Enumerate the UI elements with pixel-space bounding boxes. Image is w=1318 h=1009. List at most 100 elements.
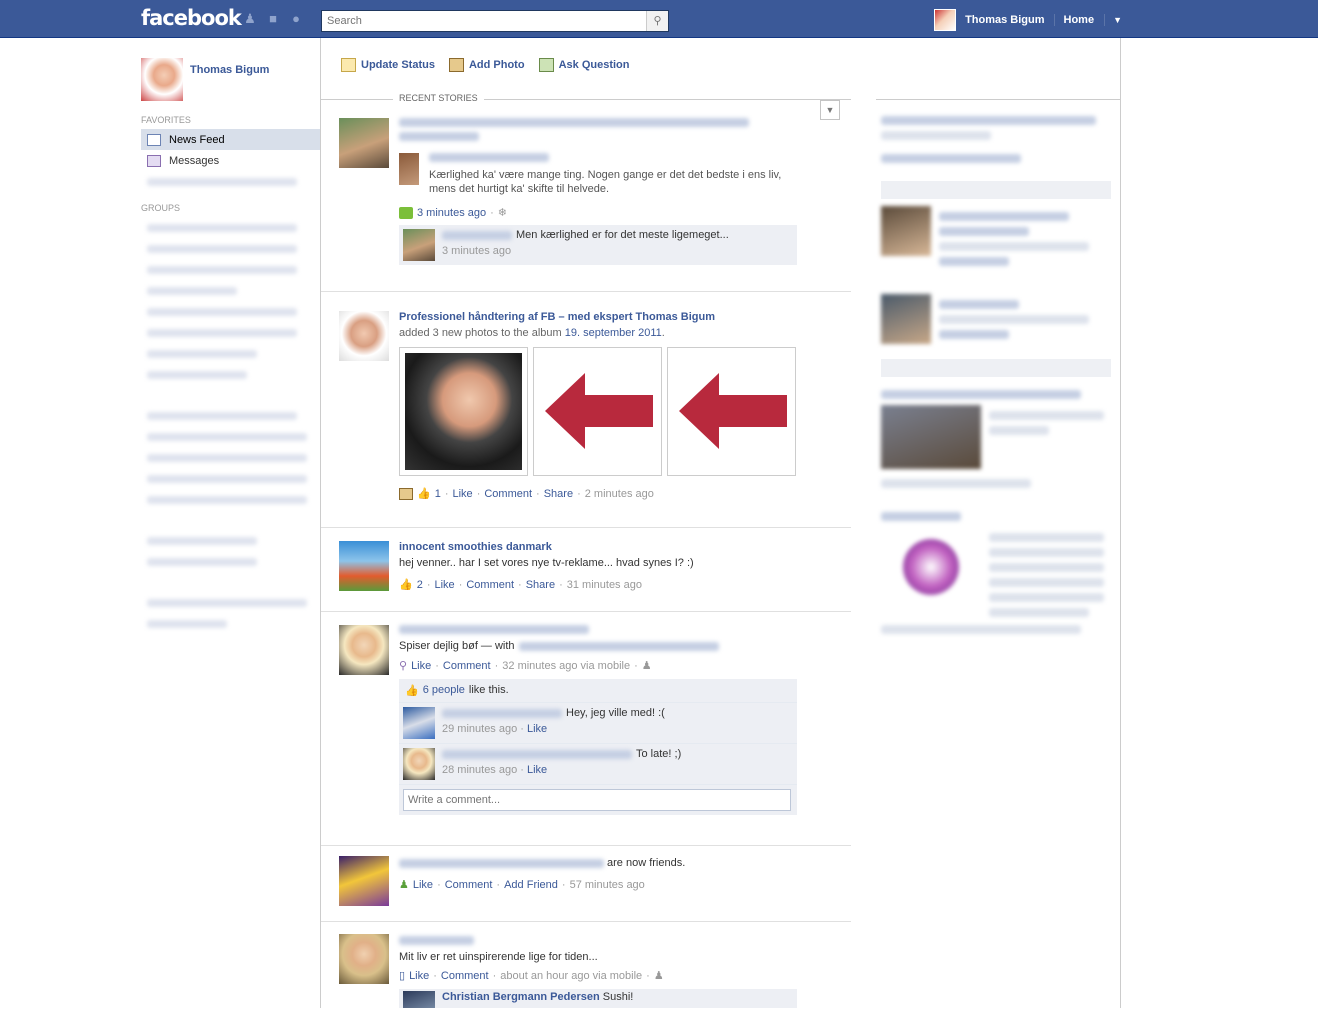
sidebar-item-blurred[interactable] [141,613,320,634]
sidebar-item-blurred[interactable] [141,301,320,322]
timestamp[interactable]: 57 minutes ago [570,879,645,891]
like-link[interactable]: Like [411,660,431,672]
comments-box: 👍 6 people like this. Hey, jeg ville med… [399,679,797,816]
story-avatar[interactable] [339,856,389,906]
groups-heading: GROUPS [141,203,181,213]
like-count[interactable]: 2 [417,579,423,591]
sidebar-item-blurred[interactable] [141,426,320,447]
story-avatar[interactable] [339,118,389,168]
profile-avatar[interactable] [141,58,183,101]
sidebar-item-blurred[interactable] [141,530,320,551]
user-avatar[interactable] [934,9,957,31]
ad-1[interactable] [881,384,1111,488]
search-input[interactable] [322,11,646,31]
sidebar-item-blurred[interactable] [141,489,320,510]
story-text: are now friends. [607,857,686,869]
comment-author-link[interactable]: Christian Bergmann Pedersen [442,991,600,1003]
sidebar-item-blurred[interactable] [141,405,320,426]
commenter-avatar[interactable] [403,748,435,780]
privacy-friends-icon[interactable]: ♟ [642,659,652,672]
user-name-link[interactable]: Thomas Bigum [965,14,1055,26]
feed-options-chevron-down-icon[interactable]: ▼ [820,100,840,120]
sidebar-item-blurred[interactable] [141,259,320,280]
suggestion-avatar[interactable] [881,294,931,344]
like-icon[interactable]: 👍 [399,578,413,591]
comment-text: To late! ;) [636,748,682,760]
story-action: added 3 new photos to the album [399,327,562,339]
story-avatar[interactable] [339,541,389,591]
messages-icon [147,154,161,167]
sidebar-item-blurred[interactable] [141,447,320,468]
like-link[interactable]: Like [413,879,433,891]
sidebar-item-news-feed[interactable]: News Feed [141,129,320,150]
commenter-avatar[interactable] [403,991,435,1008]
sidebar-item-messages[interactable]: Messages [141,150,320,171]
search-icon[interactable]: ⚲ [646,11,668,31]
privacy-friends-icon[interactable]: ♟ [654,969,664,982]
story-avatar[interactable] [339,311,389,361]
sidebar-item-blurred[interactable] [141,280,320,301]
sidebar-item-blurred[interactable] [141,364,320,385]
comment-link[interactable]: Comment [441,970,489,982]
like-count[interactable]: 1 [435,488,441,500]
like-link[interactable]: Like [453,488,473,500]
timestamp-link[interactable]: 3 minutes ago [417,207,486,219]
sidebar-item-blurred[interactable] [141,238,320,259]
timestamp[interactable]: 31 minutes ago [567,579,642,591]
story-actor-link[interactable]: Professionel håndtering af FB – med eksp… [399,311,715,323]
story-avatar[interactable] [339,625,389,675]
sidebar-item-blurred[interactable] [141,217,320,238]
photo-thumbnail[interactable] [533,347,662,476]
commenter-avatar[interactable] [403,229,435,261]
sidebar-item-blurred[interactable] [141,592,320,613]
account-chevron-down-icon[interactable]: ▼ [1105,15,1122,25]
sidebar-item-blurred[interactable] [141,322,320,343]
album-link[interactable]: 19. september 2011 [565,327,662,339]
comment-link[interactable]: Comment [445,879,493,891]
sidebar-item-blurred[interactable] [141,551,320,572]
comment-link[interactable]: Comment [443,660,491,672]
messages-icon[interactable]: ■ [265,12,281,26]
photo-icon [399,487,413,500]
timestamp[interactable]: 2 minutes ago [585,488,654,500]
write-comment-input[interactable] [403,789,791,811]
story-avatar[interactable] [339,934,389,984]
ad-2[interactable] [881,506,1111,634]
mobile-icon: ▯ [399,970,406,982]
add-friend-link[interactable]: Add Friend [504,879,558,891]
friend-requests-icon[interactable]: ♟ [242,12,258,26]
like-link[interactable]: Like [435,579,455,591]
home-link[interactable]: Home [1055,14,1106,26]
photo-thumbnail[interactable] [399,347,528,476]
shared-avatar[interactable] [399,153,419,185]
profile-name-link[interactable]: Thomas Bigum [190,64,269,76]
timestamp[interactable]: about an hour ago via mobile [500,970,642,982]
like-icon[interactable]: 👍 [417,487,431,500]
comment-text: Hey, jeg ville med! :( [566,707,665,719]
comment-time: 29 minutes ago [442,723,518,735]
sidebar-item-blurred[interactable] [141,171,320,192]
commenter-avatar[interactable] [403,707,435,739]
share-link[interactable]: Share [526,579,555,591]
feed-story: Professionel håndtering af FB – med eksp… [339,311,851,511]
comment-link[interactable]: Comment [466,579,514,591]
gear-icon[interactable]: ❄ [498,206,507,219]
sidebar-item-blurred[interactable] [141,468,320,489]
story-actor-link[interactable]: innocent smoothies danmark [399,541,552,553]
share-link[interactable]: Share [544,488,573,500]
ask-question-button[interactable]: Ask Question [538,58,629,72]
update-status-button[interactable]: Update Status [341,58,435,72]
suggestion-avatar[interactable] [881,206,931,256]
photo-thumbnail[interactable] [667,347,796,476]
comment-like-link[interactable]: Like [527,764,547,776]
comment-link[interactable]: Comment [484,488,532,500]
notifications-globe-icon[interactable]: ● [288,12,304,26]
sidebar-item-blurred[interactable] [141,343,320,364]
timestamp[interactable]: 32 minutes ago via mobile [502,660,630,672]
facebook-logo[interactable]: facebook [141,6,242,30]
comment-like-link[interactable]: Like [527,723,547,735]
add-photo-button[interactable]: Add Photo [448,58,525,72]
recent-stories-label[interactable]: RECENT STORIES [393,93,484,103]
like-link[interactable]: Like [409,970,429,982]
likes-count-link[interactable]: 6 people [423,684,465,697]
